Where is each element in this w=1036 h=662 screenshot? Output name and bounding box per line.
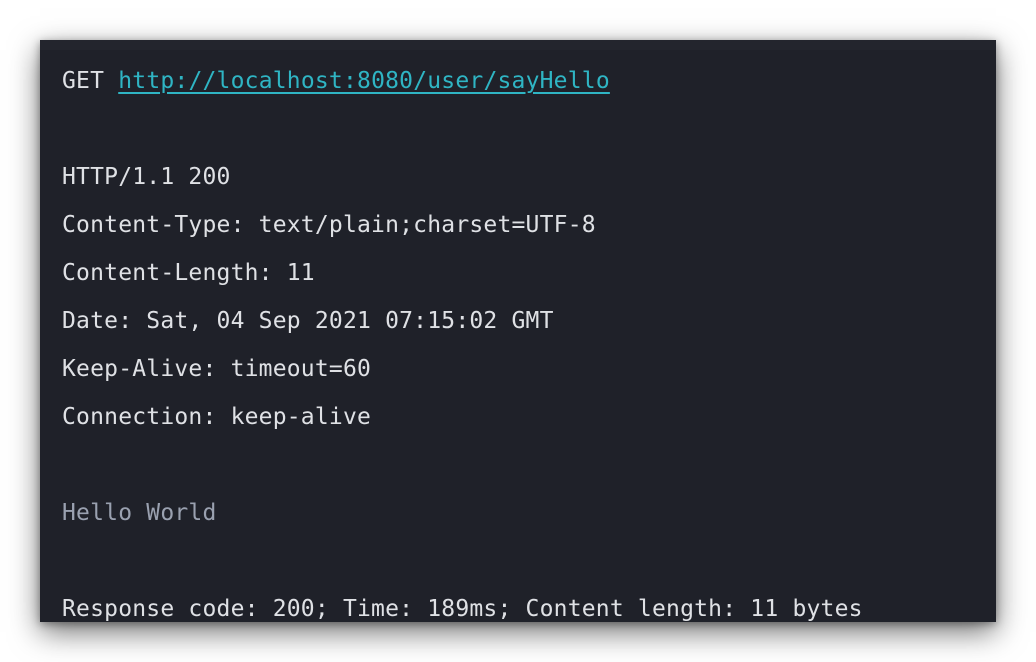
status-line: HTTP/1.1 200 (62, 164, 231, 190)
http-response-console: GET http://localhost:8080/user/sayHello … (40, 40, 996, 622)
request-url-link[interactable]: http://localhost:8080/user/sayHello (118, 68, 610, 94)
header-content-length: Content-Length: 11 (62, 260, 315, 286)
header-connection: Connection: keep-alive (62, 404, 372, 430)
header-content-type: Content-Type: text/plain;charset=UTF-8 (62, 212, 596, 238)
response-summary: Response code: 200; Time: 189ms; Content… (62, 596, 863, 622)
header-date: Date: Sat, 04 Sep 2021 07:15:02 GMT (62, 308, 554, 334)
header-keep-alive: Keep-Alive: timeout=60 (62, 356, 372, 382)
response-body: Hello World (62, 500, 217, 526)
request-line: GET http://localhost:8080/user/sayHello (62, 66, 610, 96)
request-method: GET (62, 68, 105, 94)
